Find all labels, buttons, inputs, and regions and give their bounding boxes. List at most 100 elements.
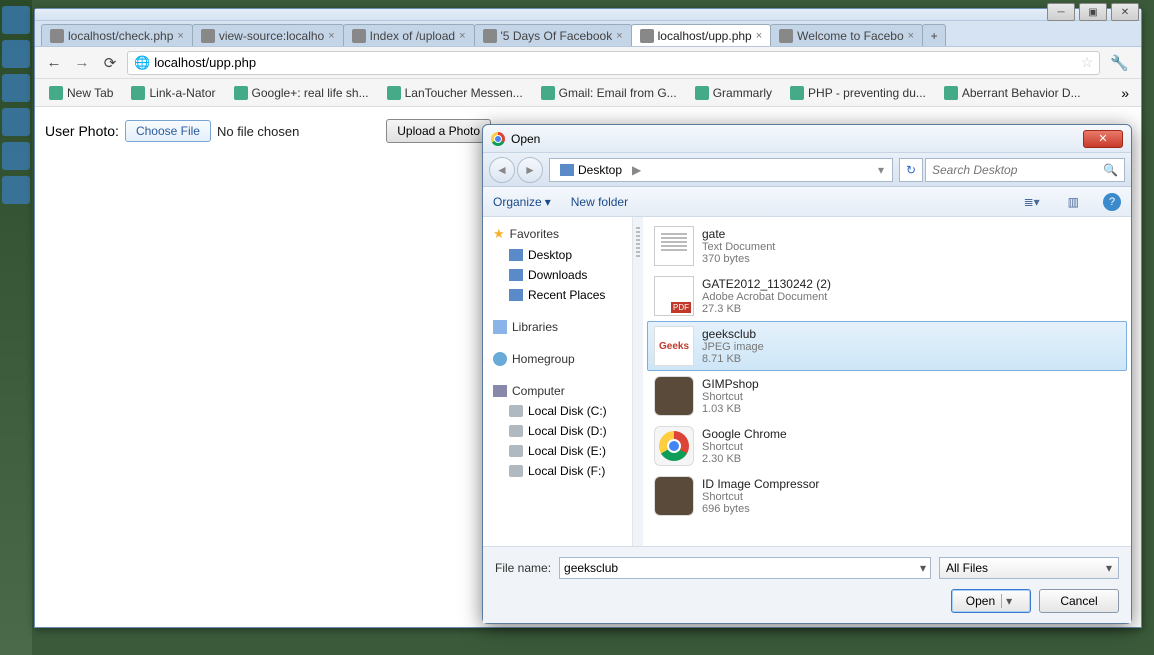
browser-tab[interactable]: Welcome to Facebo× [770, 24, 923, 46]
desktop-shortcut[interactable] [2, 176, 30, 204]
new-tab-button[interactable]: + [922, 24, 946, 46]
file-name: geeksclub [702, 327, 764, 341]
nav-heading-libraries[interactable]: Libraries [512, 320, 558, 334]
bookmark-item[interactable]: New Tab [41, 83, 121, 103]
pane-splitter[interactable] [633, 217, 643, 546]
file-list[interactable]: gateText Document370 bytesGATE2012_11302… [643, 217, 1131, 546]
file-item[interactable]: Google ChromeShortcut2.30 KB [647, 421, 1127, 471]
bookmark-star-icon[interactable]: ☆ [1081, 54, 1094, 71]
file-item[interactable]: GIMPshopShortcut1.03 KB [647, 371, 1127, 421]
close-icon[interactable]: × [459, 30, 465, 42]
file-item[interactable]: GeeksgeeksclubJPEG image8.71 KB [647, 321, 1127, 371]
nav-heading-homegroup[interactable]: Homegroup [512, 352, 575, 366]
close-icon[interactable]: × [328, 30, 334, 42]
drive-icon [509, 445, 523, 457]
file-status-text: No file chosen [217, 124, 299, 139]
bookmark-item[interactable]: Gmail: Email from G... [533, 83, 685, 103]
favicon [387, 86, 401, 100]
tab-title: Index of /upload [370, 29, 455, 43]
refresh-button[interactable]: ↻ [899, 158, 923, 182]
minimize-button[interactable]: ─ [1047, 3, 1075, 21]
desktop-shortcut[interactable] [2, 108, 30, 136]
open-file-dialog: Open ✕ ◄ ► Desktop ▶ ▾ ↻ 🔍 Organize ▾ Ne… [482, 124, 1132, 624]
dialog-titlebar[interactable]: Open ✕ [483, 125, 1131, 153]
file-size: 370 bytes [702, 253, 775, 265]
file-name: Google Chrome [702, 427, 787, 441]
nav-back-button[interactable]: ◄ [489, 157, 515, 183]
new-folder-button[interactable]: New folder [571, 195, 628, 209]
breadcrumb[interactable]: Desktop ▶ ▾ [549, 158, 893, 182]
file-type: Adobe Acrobat Document [702, 291, 831, 303]
browser-tab[interactable]: localhost/check.php× [41, 24, 193, 46]
view-options-button[interactable]: ≣▾ [1020, 193, 1044, 211]
nav-heading-computer[interactable]: Computer [512, 384, 565, 398]
upload-photo-button[interactable]: Upload a Photo [386, 119, 491, 143]
nav-item[interactable]: Desktop [483, 245, 632, 265]
browser-tab[interactable]: '5 Days Of Facebook× [474, 24, 632, 46]
bookmark-item[interactable]: Link-a-Nator [123, 83, 223, 103]
browser-tab[interactable]: view-source:localho× [192, 24, 344, 46]
search-box[interactable]: 🔍 [925, 158, 1125, 182]
close-button[interactable]: ✕ [1111, 3, 1139, 21]
bookmark-item[interactable]: Aberrant Behavior D... [936, 83, 1089, 103]
desktop-shortcut[interactable] [2, 142, 30, 170]
nav-item-drive[interactable]: Local Disk (D:) [483, 421, 632, 441]
organize-menu[interactable]: Organize ▾ [493, 195, 551, 209]
cancel-button[interactable]: Cancel [1039, 589, 1119, 613]
desktop-shortcut[interactable] [2, 6, 30, 34]
back-button[interactable]: ← [43, 52, 65, 74]
file-item[interactable]: ID Image CompressorShortcut696 bytes [647, 471, 1127, 521]
file-size: 1.03 KB [702, 403, 759, 415]
breadcrumb-segment[interactable]: Desktop [578, 163, 622, 177]
star-icon: ★ [493, 226, 505, 242]
desktop-shortcut[interactable] [2, 40, 30, 68]
preview-pane-button[interactable]: ▥ [1064, 193, 1083, 211]
settings-wrench-icon[interactable]: 🔧 [1106, 54, 1133, 72]
help-button[interactable]: ? [1103, 193, 1121, 211]
bookmark-item[interactable]: PHP - preventing du... [782, 83, 934, 103]
search-input[interactable] [932, 163, 1099, 177]
address-bar[interactable]: 🌐 ☆ [127, 51, 1100, 75]
chevron-down-icon[interactable]: ▾ [920, 561, 926, 575]
chevron-right-icon[interactable]: ▶ [632, 163, 641, 177]
navigation-pane: ★ Favorites DesktopDownloadsRecent Places… [483, 217, 633, 546]
filename-combo[interactable]: ▾ [559, 557, 931, 579]
file-item[interactable]: GATE2012_1130242 (2)Adobe Acrobat Docume… [647, 271, 1127, 321]
close-icon[interactable]: × [177, 30, 183, 42]
choose-file-button[interactable]: Choose File [125, 120, 211, 142]
browser-tab[interactable]: Index of /upload × [343, 24, 475, 46]
reload-button[interactable]: ⟳ [99, 52, 121, 74]
nav-item[interactable]: Downloads [483, 265, 632, 285]
browser-tab[interactable]: localhost/upp.php× [631, 24, 772, 46]
close-icon[interactable]: × [908, 30, 914, 42]
file-item[interactable]: gateText Document370 bytes [647, 221, 1127, 271]
breadcrumb-dropdown-icon[interactable]: ▾ [874, 163, 888, 177]
favicon [49, 86, 63, 100]
nav-item-drive[interactable]: Local Disk (F:) [483, 461, 632, 481]
favicon [50, 29, 64, 43]
window-titlebar[interactable]: ─ ▣ ✕ [35, 9, 1141, 21]
nav-item-drive[interactable]: Local Disk (C:) [483, 401, 632, 421]
nav-item[interactable]: Recent Places [483, 285, 632, 305]
url-input[interactable] [154, 55, 1077, 70]
forward-button[interactable]: → [71, 52, 93, 74]
file-type-filter[interactable]: All Files ▾ [939, 557, 1119, 579]
nav-forward-button[interactable]: ► [517, 157, 543, 183]
file-size: 27.3 KB [702, 303, 831, 315]
bookmarks-overflow-button[interactable]: » [1115, 85, 1135, 101]
maximize-button[interactable]: ▣ [1079, 3, 1107, 21]
open-button[interactable]: Open ▾ [951, 589, 1031, 613]
desktop-shortcut[interactable] [2, 74, 30, 102]
filename-input[interactable] [564, 561, 920, 575]
nav-heading-favorites[interactable]: Favorites [510, 227, 559, 241]
bookmark-item[interactable]: Grammarly [687, 83, 780, 103]
dialog-close-button[interactable]: ✕ [1083, 130, 1123, 148]
bookmark-label: Google+: real life sh... [252, 86, 369, 100]
bookmark-item[interactable]: Google+: real life sh... [226, 83, 377, 103]
nav-item-drive[interactable]: Local Disk (E:) [483, 441, 632, 461]
file-type: Shortcut [702, 441, 787, 453]
bookmark-item[interactable]: LanToucher Messen... [379, 83, 531, 103]
open-split-icon[interactable]: ▾ [1001, 594, 1016, 608]
close-icon[interactable]: × [616, 30, 622, 42]
close-icon[interactable]: × [756, 30, 762, 42]
